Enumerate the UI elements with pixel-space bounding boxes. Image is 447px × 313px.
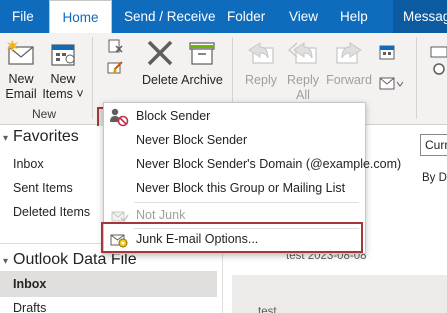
more-respond-icon[interactable] xyxy=(378,75,404,93)
menu-item-never-block-sender[interactable]: Never Block Sender xyxy=(104,129,365,153)
new-email-label-1: New xyxy=(8,72,34,86)
nav-item-sent-items[interactable]: Sent Items xyxy=(13,181,73,195)
new-items-label-2: Items ˅ xyxy=(42,87,84,101)
reply-button[interactable]: Reply xyxy=(242,36,280,104)
forward-icon xyxy=(336,42,362,64)
menu-separator xyxy=(134,202,359,203)
reply-all-button[interactable]: Reply All xyxy=(282,36,324,104)
collapse-data-file-chevron-icon[interactable]: ▾ xyxy=(3,256,8,267)
nav-item-deleted-items[interactable]: Deleted Items xyxy=(13,205,90,219)
forward-button[interactable]: Forward xyxy=(324,36,374,104)
block-sender-icon xyxy=(110,108,129,127)
archive-button[interactable]: Archive xyxy=(180,36,224,104)
tab-view[interactable]: View xyxy=(289,0,318,33)
quick-steps-icon[interactable] xyxy=(427,45,447,75)
new-items-icon xyxy=(51,44,75,66)
nav-item-favorites-inbox[interactable]: Inbox xyxy=(13,157,44,171)
current-mailbox-filter[interactable]: Curre xyxy=(420,134,447,156)
archive-label: Archive xyxy=(181,73,223,87)
tab-send-receive[interactable]: Send / Receive xyxy=(124,0,216,33)
menu-item-label: Never Block Sender's Domain (@example.co… xyxy=(136,157,402,171)
ribbon-tab-bar: File Home Send / Receive Folder View Hel… xyxy=(0,0,447,33)
meeting-icon[interactable] xyxy=(378,43,396,61)
forward-label: Forward xyxy=(326,73,372,87)
tab-home[interactable]: Home xyxy=(49,0,112,33)
new-email-label-2: Email xyxy=(5,87,37,101)
ribbon-separator xyxy=(416,37,417,119)
nav-item-inbox[interactable]: Inbox xyxy=(13,277,46,291)
message-item-2[interactable]: test xyxy=(258,306,277,313)
menu-item-label: Never Block Sender xyxy=(136,133,248,147)
tab-help[interactable]: Help xyxy=(340,0,368,33)
menu-item-block-sender[interactable]: Block Sender xyxy=(104,105,365,129)
reply-label: Reply xyxy=(245,73,277,87)
tab-message[interactable]: Message xyxy=(393,0,447,33)
tab-folder[interactable]: Folder xyxy=(227,0,265,33)
new-items-label-1: New xyxy=(50,72,76,86)
ribbon-separator xyxy=(92,37,93,119)
sort-by-date[interactable]: By Da xyxy=(422,172,447,184)
delete-button[interactable]: Delete xyxy=(142,36,178,104)
reply-icon xyxy=(248,42,274,64)
archive-icon xyxy=(189,42,215,65)
reply-all-label-2: All xyxy=(296,88,310,102)
nav-item-drafts[interactable]: Drafts xyxy=(13,301,46,313)
new-group-label: New xyxy=(32,107,57,121)
menu-item-never-block-domain[interactable]: Never Block Sender's Domain (@example.co… xyxy=(104,153,401,177)
tab-file[interactable]: File xyxy=(12,0,34,33)
collapse-favorites-chevron-icon[interactable]: ▾ xyxy=(3,133,8,144)
new-items-button[interactable]: New Items ˅ xyxy=(40,36,86,104)
favorites-header[interactable]: Favorites xyxy=(13,128,79,146)
menu-item-label: Not Junk xyxy=(136,208,186,222)
ignore-icon[interactable] xyxy=(106,37,124,55)
cleanup-icon[interactable] xyxy=(106,59,124,77)
menu-item-never-block-group[interactable]: Never Block this Group or Mailing List xyxy=(104,177,365,201)
delete-label: Delete xyxy=(142,73,179,87)
reply-all-icon xyxy=(288,42,317,64)
menu-item-label: Block Sender xyxy=(136,109,211,123)
junk-options-highlight xyxy=(101,222,363,253)
reply-all-label-1: Reply xyxy=(287,73,319,87)
new-email-button[interactable]: New Email xyxy=(4,36,38,104)
delete-icon xyxy=(147,40,173,66)
new-email-icon xyxy=(7,40,34,65)
menu-item-label: Never Block this Group or Mailing List xyxy=(136,181,346,195)
